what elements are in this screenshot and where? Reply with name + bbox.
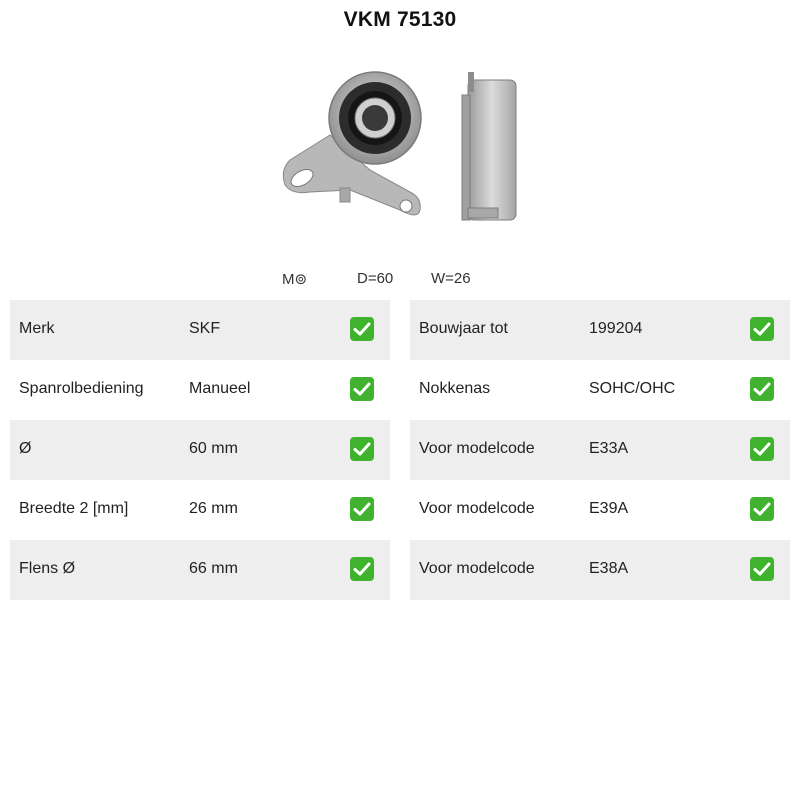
spec-label: Nokkenas: [419, 380, 491, 397]
check-icon: [350, 377, 374, 401]
check-icon: [350, 317, 374, 341]
spec-row: Nokkenas SOHC/OHC: [410, 360, 790, 420]
check-icon: [350, 557, 374, 581]
spec-value: 26 mm: [189, 500, 238, 517]
spec-row: Flens Ø 66 mm: [10, 540, 390, 600]
spec-row: Voor modelcode E39A: [410, 480, 790, 540]
spec-value: E39A: [589, 500, 629, 517]
spec-row: Breedte 2 [mm] 26 mm: [10, 480, 390, 540]
specs-table-left: Merk SKF Spanrolbediening Manueel Ø 60 m…: [10, 300, 390, 600]
spec-label: Flens Ø: [19, 560, 76, 577]
spec-label: Breedte 2 [mm]: [19, 500, 129, 517]
spec-row: Voor modelcode E33A: [410, 420, 790, 480]
dimension-w-label: W=26: [431, 270, 471, 287]
check-icon: [750, 497, 774, 521]
spec-value: 60 mm: [189, 440, 238, 457]
spec-row: Merk SKF: [10, 300, 390, 360]
spec-label: Merk: [19, 320, 55, 337]
spec-row: Bouwjaar tot 199204: [410, 300, 790, 360]
belt-tensioner-pulley-image: [270, 60, 530, 235]
check-icon: [750, 377, 774, 401]
spec-value: 199204: [589, 320, 643, 337]
check-icon: [350, 437, 374, 461]
spec-label: Bouwjaar tot: [419, 320, 508, 337]
spec-value: E33A: [589, 440, 629, 457]
spec-value: SKF: [189, 320, 221, 337]
check-icon: [750, 557, 774, 581]
check-icon: [750, 437, 774, 461]
page-title: VKM 75130: [343, 8, 457, 31]
spec-row: Spanrolbediening Manueel: [10, 360, 390, 420]
spec-value: Manueel: [189, 380, 251, 397]
spec-label: Voor modelcode: [419, 500, 535, 517]
spec-label: Spanrolbediening: [19, 380, 144, 397]
spec-label: Ø: [19, 440, 32, 457]
spec-value: SOHC/OHC: [589, 380, 676, 397]
spec-value: 66 mm: [189, 560, 238, 577]
spec-label: Voor modelcode: [419, 440, 535, 457]
spec-label: Voor modelcode: [419, 560, 535, 577]
dimension-m-label: M⊚: [282, 271, 308, 288]
dimension-summary: M⊚ D=60 W=26: [0, 270, 800, 290]
check-icon: [750, 317, 774, 341]
spec-value: E38A: [589, 560, 629, 577]
specs-table-right: Bouwjaar tot 199204 Nokkenas SOHC/OHC Vo…: [410, 300, 790, 600]
check-icon: [350, 497, 374, 521]
spec-row: Ø 60 mm: [10, 420, 390, 480]
spec-row: Voor modelcode E38A: [410, 540, 790, 600]
dimension-d-label: D=60: [357, 270, 394, 287]
